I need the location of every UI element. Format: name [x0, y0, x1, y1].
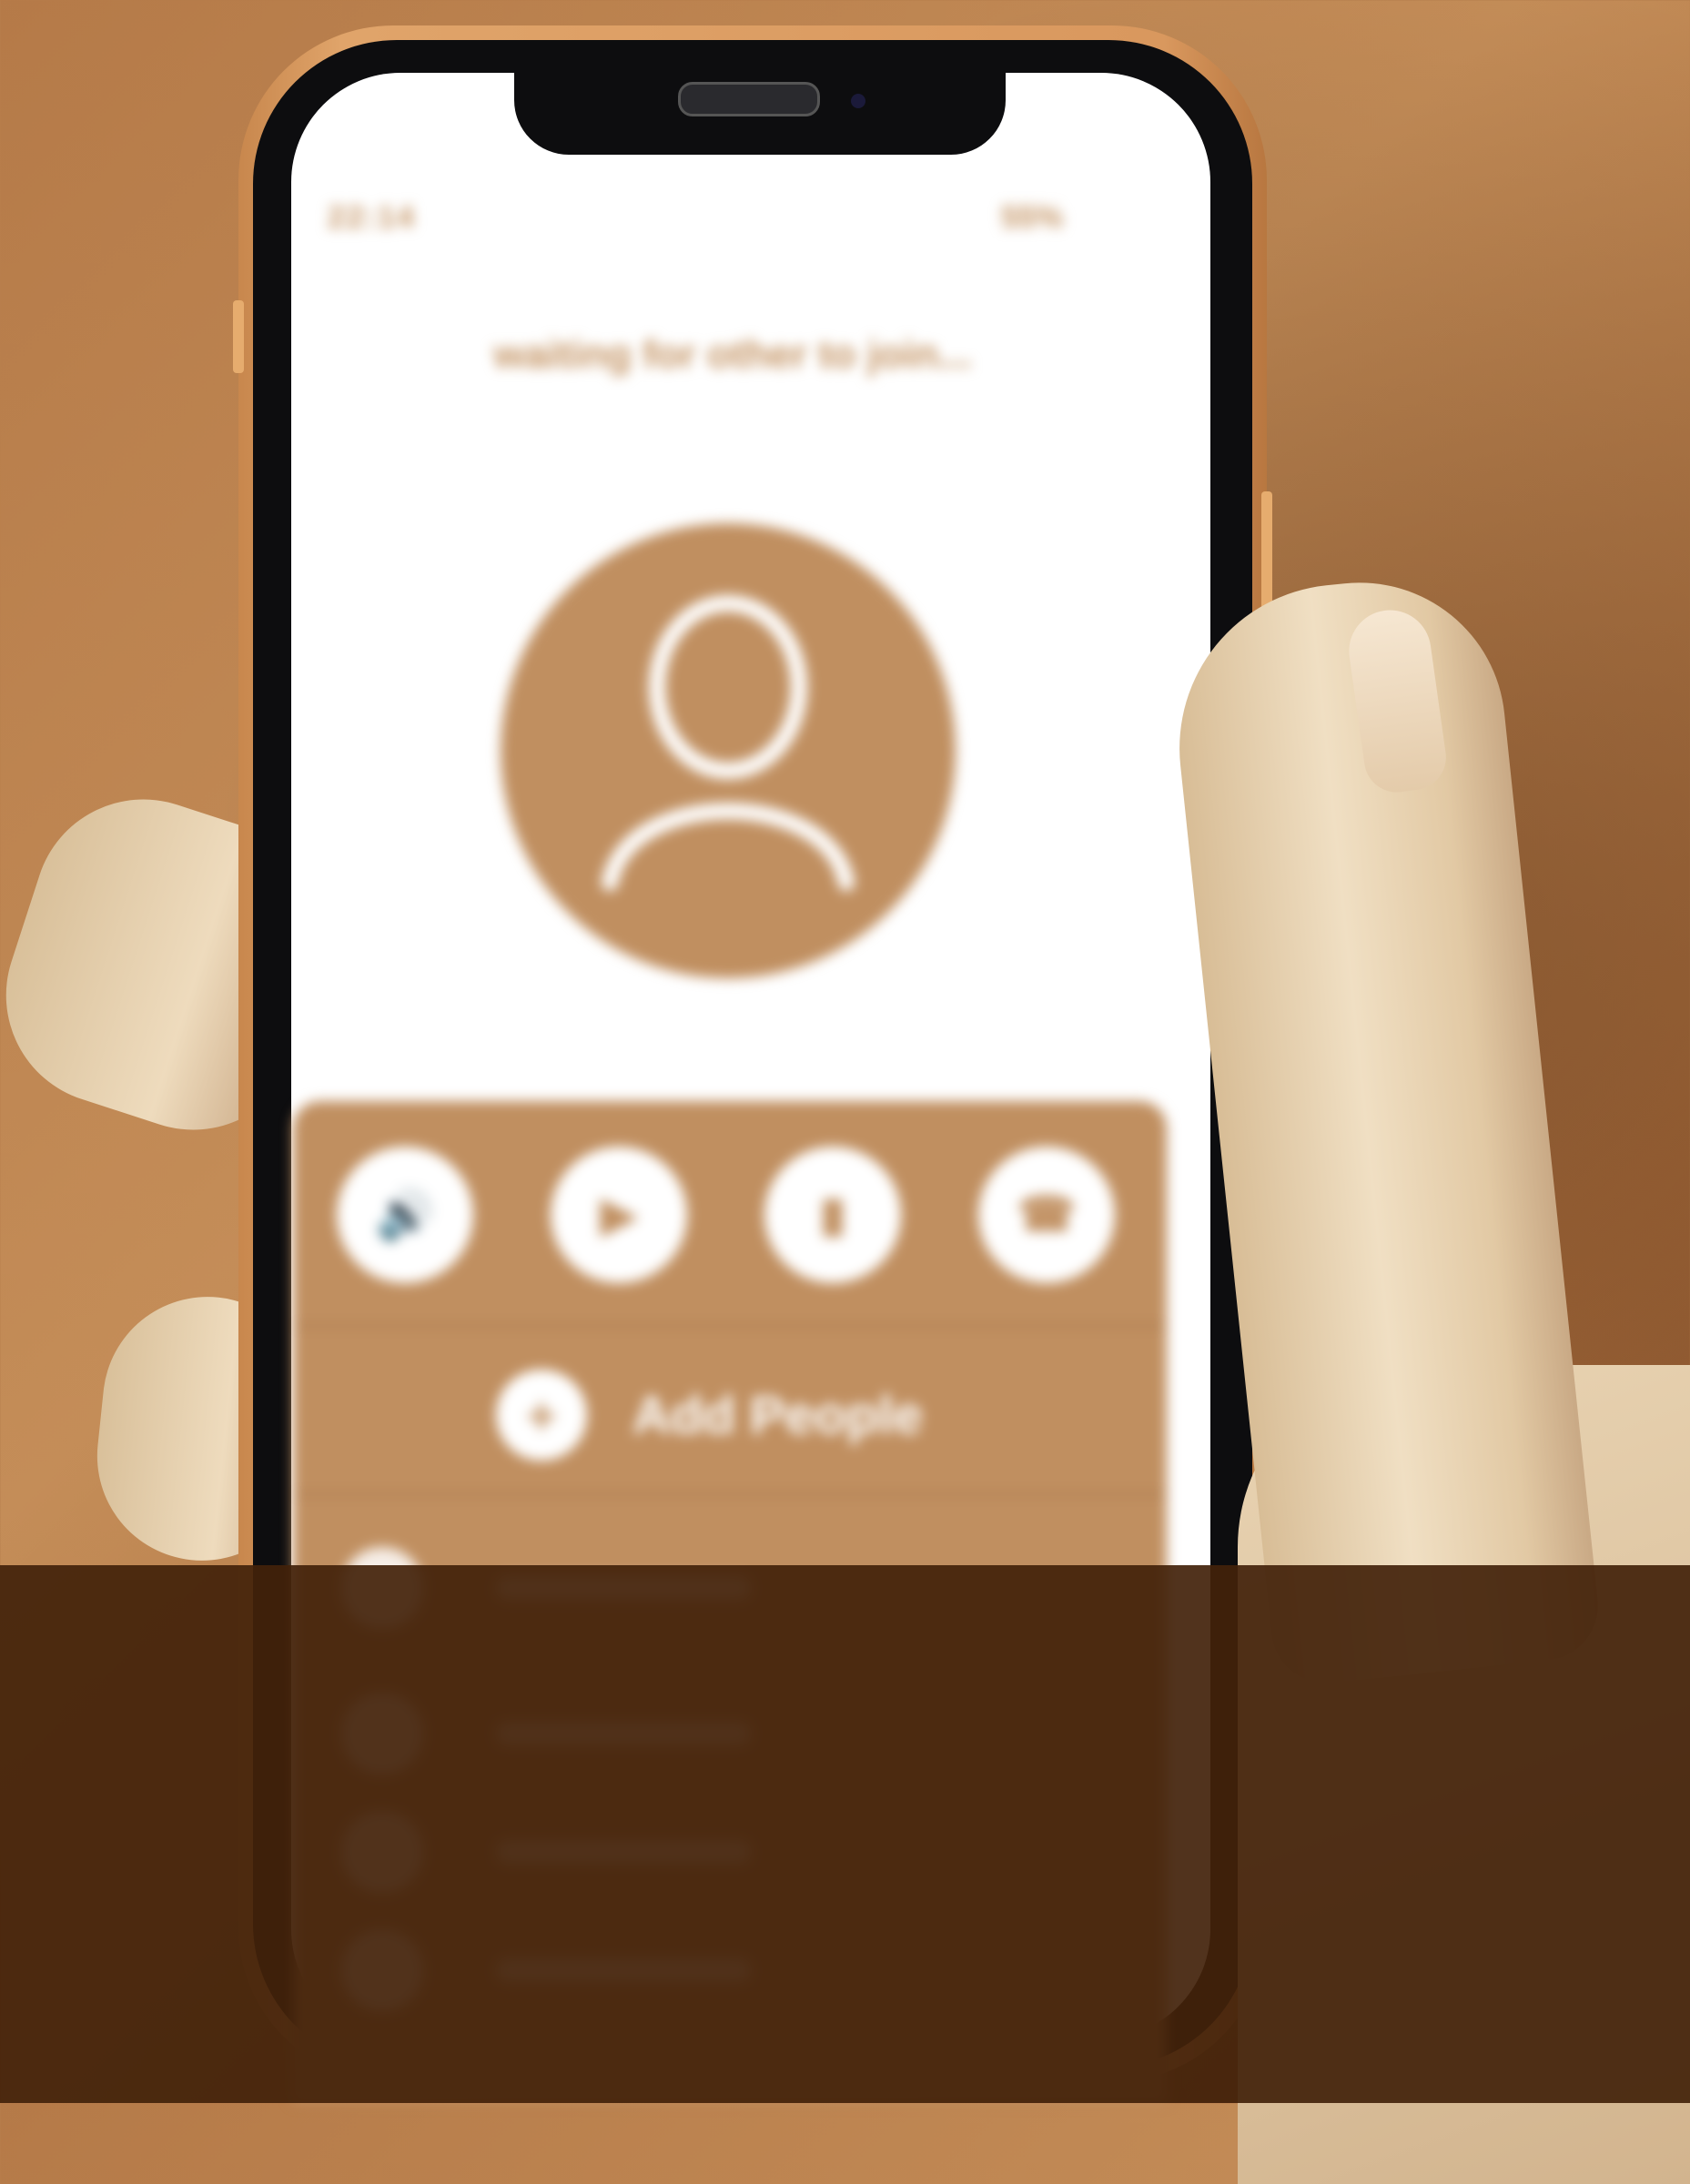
- front-camera: [851, 94, 865, 108]
- call-status-text: waiting for other to join...: [493, 332, 972, 377]
- person-icon: [602, 595, 855, 891]
- phone-side-button-left: [233, 300, 244, 373]
- add-people-button[interactable]: + Add People: [496, 1370, 1006, 1461]
- video-icon: ▶: [601, 1188, 637, 1241]
- status-time: 22:14: [328, 200, 416, 235]
- speaker-button[interactable]: 🔊: [337, 1147, 473, 1283]
- add-person-icon: +: [496, 1370, 587, 1461]
- caller-avatar: [501, 523, 956, 978]
- end-call-button[interactable]: ☎: [978, 1147, 1115, 1283]
- end-call-icon: ☎: [1017, 1188, 1077, 1241]
- microphone-icon: ▮: [819, 1188, 846, 1241]
- dark-overlay-band: [0, 1565, 1690, 2103]
- mute-button[interactable]: ▮: [764, 1147, 901, 1283]
- speaker-icon: 🔊: [375, 1188, 435, 1242]
- controls-divider: [293, 1324, 1167, 1328]
- status-battery: 55%: [1001, 200, 1064, 235]
- add-people-label: Add People: [632, 1385, 924, 1445]
- add-people-divider: [293, 1492, 1167, 1496]
- video-button[interactable]: ▶: [551, 1147, 687, 1283]
- earpiece-speaker: [678, 82, 820, 116]
